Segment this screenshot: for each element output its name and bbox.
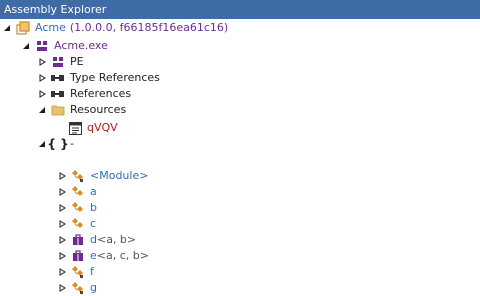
folder-icon	[50, 102, 66, 118]
expand-arrow-icon[interactable]	[2, 20, 12, 36]
tree-item-type[interactable]: d <a, b>	[57, 232, 136, 248]
class-icon	[70, 264, 86, 280]
type-name: d	[90, 233, 97, 246]
collapse-arrow-icon[interactable]	[57, 200, 67, 216]
type-generic-args: <a, b>	[96, 233, 137, 246]
pe-label: PE	[70, 55, 84, 68]
tree-item-type[interactable]: c	[57, 216, 96, 232]
class-icon	[70, 216, 86, 232]
tree-item-resources[interactable]: Resources	[37, 102, 126, 118]
tree-item-type-references[interactable]: Type References	[37, 70, 160, 86]
references-icon	[50, 86, 66, 102]
resources-label: Resources	[70, 103, 127, 116]
collapse-arrow-icon[interactable]	[37, 70, 47, 86]
generic-class-icon	[70, 248, 86, 264]
collapse-arrow-icon[interactable]	[57, 168, 67, 184]
tree-item-resource[interactable]: qVQV	[67, 120, 118, 136]
tree-item-module[interactable]: Acme.exe	[21, 38, 108, 54]
expand-arrow-icon[interactable]	[21, 38, 31, 54]
collapse-arrow-icon[interactable]	[37, 54, 47, 70]
assembly-details: (1.0.0.0, f66185f16ea61c16)	[69, 21, 229, 34]
generic-class-icon	[70, 232, 86, 248]
references-icon	[50, 70, 66, 86]
collapse-arrow-icon[interactable]	[57, 232, 67, 248]
collapse-arrow-icon[interactable]	[57, 280, 67, 296]
expand-arrow-icon[interactable]	[37, 136, 47, 152]
collapse-arrow-icon[interactable]	[37, 86, 47, 102]
references-label: References	[70, 87, 132, 100]
assembly-name: Acme	[35, 21, 66, 34]
type-generic-args: <a, c, b>	[96, 249, 149, 262]
class-icon	[70, 184, 86, 200]
class-icon	[70, 200, 86, 216]
pe-icon	[50, 54, 66, 70]
tree-item-type[interactable]: b	[57, 200, 97, 216]
assembly-icon	[15, 20, 31, 36]
tree-item-references[interactable]: References	[37, 86, 131, 102]
type-name: e	[90, 249, 97, 262]
tree-item-namespace[interactable]: { } -	[37, 136, 74, 152]
type-name: b	[90, 201, 97, 214]
type-name: g	[90, 281, 97, 294]
resource-name: qVQV	[87, 121, 118, 134]
type-name: f	[90, 265, 94, 278]
tree-item-type[interactable]: a	[57, 184, 97, 200]
class-icon	[70, 280, 86, 296]
tree-item-assembly[interactable]: Acme (1.0.0.0, f66185f16ea61c16)	[2, 20, 228, 36]
module-icon	[34, 38, 50, 54]
tree-item-type[interactable]: <Module>	[57, 168, 148, 184]
collapse-arrow-icon[interactable]	[57, 248, 67, 264]
tree-item-pe[interactable]: PE	[37, 54, 84, 70]
expand-arrow-icon[interactable]	[37, 102, 47, 118]
collapse-arrow-icon[interactable]	[57, 184, 67, 200]
namespace-icon: { }	[47, 137, 69, 151]
type-name: c	[90, 217, 97, 230]
type-references-label: Type References	[70, 71, 160, 84]
module-name: Acme.exe	[54, 39, 108, 52]
collapse-arrow-icon[interactable]	[57, 264, 67, 280]
type-name: <Module>	[90, 169, 149, 182]
tree-item-type[interactable]: f	[57, 264, 94, 280]
assembly-tree: Acme (1.0.0.0, f66185f16ea61c16) Acme.ex…	[0, 19, 480, 294]
collapse-arrow-icon[interactable]	[57, 216, 67, 232]
resource-file-icon	[67, 120, 83, 136]
type-name: a	[90, 185, 97, 198]
class-icon	[70, 168, 86, 184]
tree-item-type[interactable]: g	[57, 280, 97, 296]
namespace-name: -	[70, 137, 74, 150]
tree-item-type[interactable]: e <a, c, b>	[57, 248, 149, 264]
panel-title: Assembly Explorer	[0, 0, 480, 19]
